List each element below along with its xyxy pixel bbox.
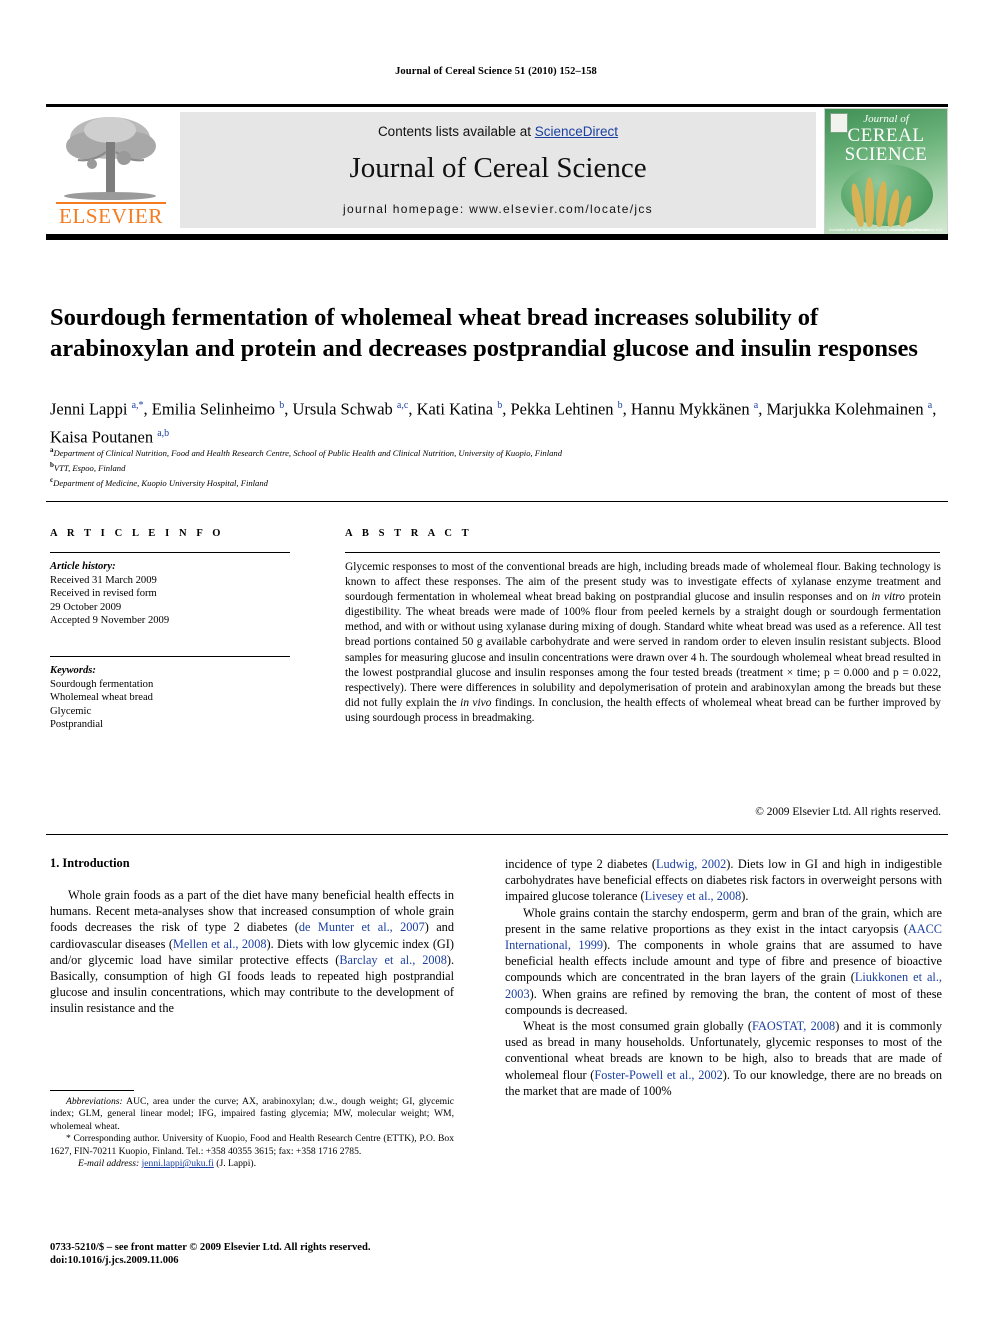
- journal-title: Journal of Cereal Science: [349, 152, 647, 184]
- elsevier-tree-icon: [64, 117, 156, 200]
- masthead-top-rule: [46, 104, 948, 107]
- masthead: ELSEVIER Contents lists available at Sci…: [46, 108, 948, 236]
- imprint-doi-line: doi:10.1016/j.jcs.2009.11.006: [50, 1255, 179, 1267]
- paragraph: incidence of type 2 diabetes (Ludwig, 20…: [505, 857, 943, 904]
- affiliation-item: bVTT, Espoo, Finland: [50, 459, 940, 474]
- affiliation-text: Department of Clinical Nutrition, Food a…: [53, 447, 563, 458]
- affiliation-item: aDepartment of Clinical Nutrition, Food …: [50, 444, 940, 459]
- masthead-bottom-rule: [46, 234, 948, 240]
- abstract-rule: [345, 552, 940, 554]
- affiliation-item: cDepartment of Medicine, Kuopio Universi…: [50, 474, 940, 489]
- article-history-item: Received in revised form: [50, 588, 157, 600]
- keywords-rule: [50, 656, 290, 658]
- keyword-item: Postprandial: [50, 719, 103, 731]
- running-head: Journal of Cereal Science 51 (2010) 152–…: [395, 66, 597, 77]
- contents-line: Contents lists available at ScienceDirec…: [180, 124, 816, 139]
- paragraph: Whole grains contain the starchy endospe…: [505, 905, 942, 1017]
- contents-prefix: Contents lists available at: [377, 124, 535, 139]
- sciencedirect-panel: Contents lists available at ScienceDirec…: [180, 112, 816, 228]
- body-column-right: incidence of type 2 diabetes (Ludwig, 20…: [505, 856, 942, 1099]
- imprint-block: 0733-5210/$ – see front matter © 2009 El…: [50, 1241, 510, 1268]
- keywords-block: Keywords: Sourdough fermentation Wholeme…: [50, 664, 300, 732]
- elsevier-wordmark: ELSEVIER: [59, 204, 163, 228]
- footnote-email: E-mail address: jenni.lappi@uku.fi (J. L…: [50, 1158, 454, 1170]
- abstract-text: Glycemic responses to most of the conven…: [345, 561, 941, 724]
- cover-footer-right: Published by Elsevier for ICC: [890, 227, 943, 232]
- footnote-corresponding-author: * Corresponding author. University of Ku…: [50, 1133, 454, 1157]
- abstract-zone-top-rule: [46, 501, 948, 503]
- affiliation-text: VTT, Espoo, Finland: [53, 462, 126, 473]
- section-heading-introduction: 1. Introduction: [50, 856, 130, 870]
- cover-line-3: SCIENCE: [844, 144, 928, 165]
- article-history-item: Accepted 9 November 2009: [50, 615, 170, 627]
- article-history-item: Received 31 March 2009: [50, 574, 157, 586]
- footnote-abbreviations: Abbreviations: AUC, area under the curve…: [50, 1096, 454, 1132]
- email-label: E-mail address:: [78, 1158, 140, 1170]
- journal-homepage[interactable]: journal homepage: www.elsevier.com/locat…: [180, 202, 816, 216]
- article-history: Article history: Received 31 March 2009 …: [50, 560, 300, 628]
- keywords-label: Keywords:: [50, 665, 96, 676]
- footnotes-block: Abbreviations: AUC, area under the curve…: [50, 1096, 454, 1170]
- email-suffix: (J. Lappi).: [216, 1158, 256, 1170]
- keyword-item: Sourdough fermentation: [50, 678, 154, 690]
- article-info-heading: A R T I C L E I N F O: [50, 528, 225, 539]
- keyword-item: Glycemic: [50, 705, 92, 717]
- article-history-item: 29 October 2009: [50, 601, 122, 613]
- sciencedirect-link[interactable]: ScienceDirect: [535, 124, 618, 139]
- email-link[interactable]: jenni.lappi@uku.fi: [142, 1158, 214, 1169]
- journal-article-page: Journal of Cereal Science 51 (2010) 152–…: [0, 0, 992, 1323]
- author-list: Jenni Lappi a,*, Emilia Selinheimo b, Ur…: [50, 399, 937, 447]
- article-info-rule: [50, 552, 290, 554]
- elsevier-logo: ELSEVIER: [50, 110, 172, 232]
- body-column-left: 1. Introduction Whole grain foods as a p…: [50, 856, 454, 1017]
- journal-cover-thumbnail[interactable]: Journal of CEREAL SCIENCE Available onli…: [824, 108, 948, 236]
- wheat-stalk-icon: [865, 177, 874, 227]
- abstract-heading: A B S T R A C T: [345, 528, 473, 539]
- imprint-issn-line: 0733-5210/$ – see front matter © 2009 El…: [50, 1242, 371, 1253]
- footnote-rule: [50, 1090, 134, 1092]
- abstract-zone-bottom-rule: [46, 834, 948, 836]
- cover-line-2: CEREAL: [847, 125, 925, 146]
- article-history-label: Article history:: [50, 561, 116, 572]
- copyright-notice: © 2009 Elsevier Ltd. All rights reserved…: [755, 806, 941, 818]
- affiliation-text: Department of Medicine, Kuopio Universit…: [53, 477, 268, 488]
- page-title: Sourdough fermentation of wholemeal whea…: [50, 304, 918, 363]
- paragraph: Wheat is the most consumed grain globall…: [505, 1019, 942, 1098]
- affiliation-list: aDepartment of Clinical Nutrition, Food …: [50, 444, 940, 489]
- keyword-item: Wholemeal wheat bread: [50, 692, 153, 704]
- paragraph: Whole grain foods as a part of the diet …: [50, 888, 455, 1016]
- cover-line-1: Journal of: [863, 113, 909, 125]
